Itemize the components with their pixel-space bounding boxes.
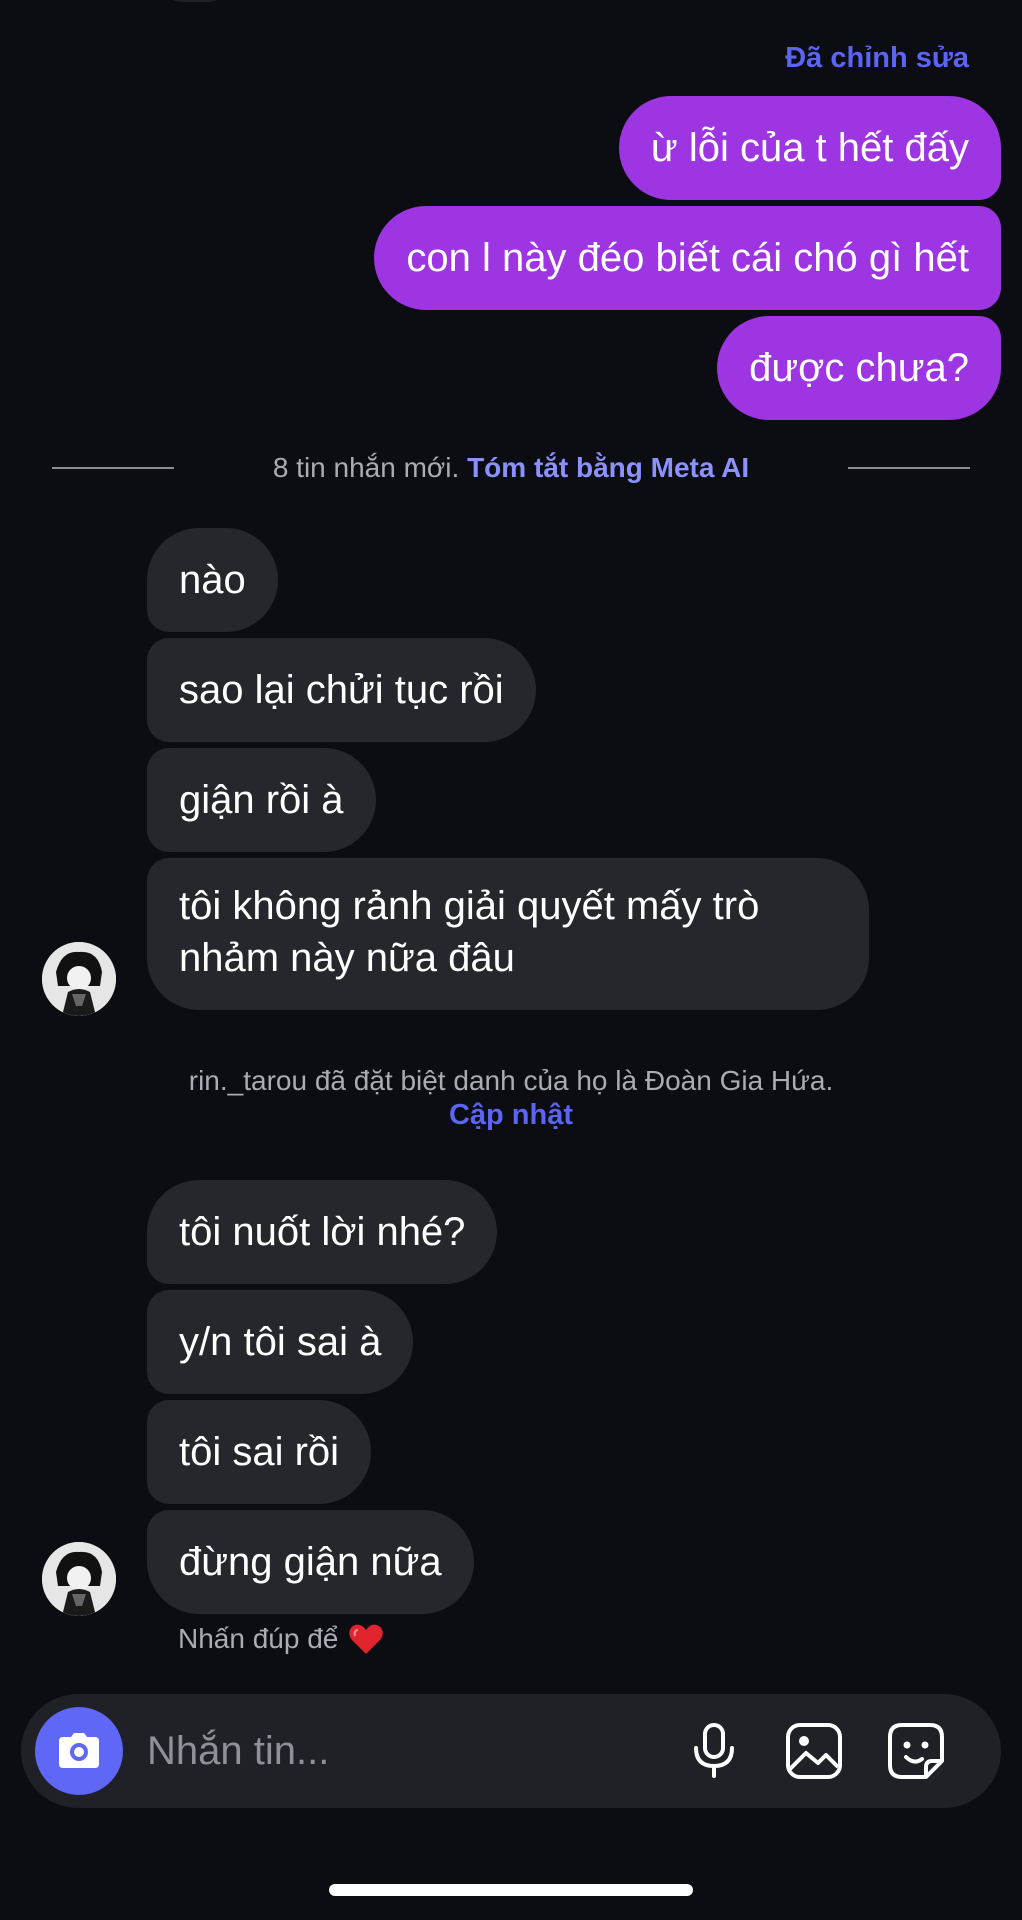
contact-avatar[interactable] [42,942,116,1016]
nickname-notice: rin._tarou đã đặt biệt danh của họ là Đo… [0,1064,1022,1132]
partial-avatar [160,0,230,2]
divider-line [848,467,970,469]
received-message[interactable]: sao lại chửi tục rồi [147,638,536,742]
microphone-button[interactable] [681,1718,747,1784]
edited-label: Đã chỉnh sửa [785,42,969,74]
sticker-icon [888,1723,944,1779]
sent-message[interactable]: được chưa? [717,316,1001,420]
sticker-button[interactable] [883,1718,949,1784]
avatar-image [42,1542,116,1616]
received-message[interactable]: đừng giận nữa [147,1510,474,1614]
image-icon [786,1723,842,1779]
received-message[interactable]: tôi không rảnh giải quyết mấy trò nhảm n… [147,858,869,1010]
sent-message[interactable]: con l này đéo biết cái chó gì hết [374,206,1001,310]
camera-button[interactable] [35,1707,123,1795]
new-messages-count: 8 tin nhắn mới. [272,452,460,483]
double-tap-hint: Nhấn đúp để [178,1622,384,1656]
double-tap-hint-text: Nhấn đúp để [178,1623,339,1654]
nickname-notice-text: rin._tarou đã đặt biệt danh của họ là Đo… [188,1065,834,1096]
received-message[interactable]: y/n tôi sai à [147,1290,414,1394]
meta-ai-summary-link[interactable]: Tóm tắt bằng Meta AI [467,452,749,483]
message-input[interactable]: Nhắn tin... [147,1716,667,1786]
update-link[interactable]: Cập nhật [0,1098,1022,1132]
heart-icon [349,1624,384,1654]
received-message[interactable]: nào [147,528,278,632]
camera-icon [59,1733,99,1768]
microphone-icon [694,1723,734,1778]
message-composer: Nhắn tin... [21,1694,1001,1808]
home-indicator[interactable] [329,1884,693,1896]
received-message[interactable]: giận rồi à [147,748,376,852]
gallery-button[interactable] [781,1718,847,1784]
divider-line [52,467,174,469]
avatar-image [42,942,116,1016]
new-messages-divider: 8 tin nhắn mới. Tóm tắt bằng Meta AI [52,448,970,488]
contact-avatar[interactable] [42,1542,116,1616]
received-message[interactable]: tôi sai rồi [147,1400,372,1504]
sent-message[interactable]: ừ lỗi của t hết đấy [618,96,1001,200]
divider-text: 8 tin nhắn mới. Tóm tắt bằng Meta AI [174,452,848,484]
received-message[interactable]: tôi nuốt lời nhé? [147,1180,498,1284]
